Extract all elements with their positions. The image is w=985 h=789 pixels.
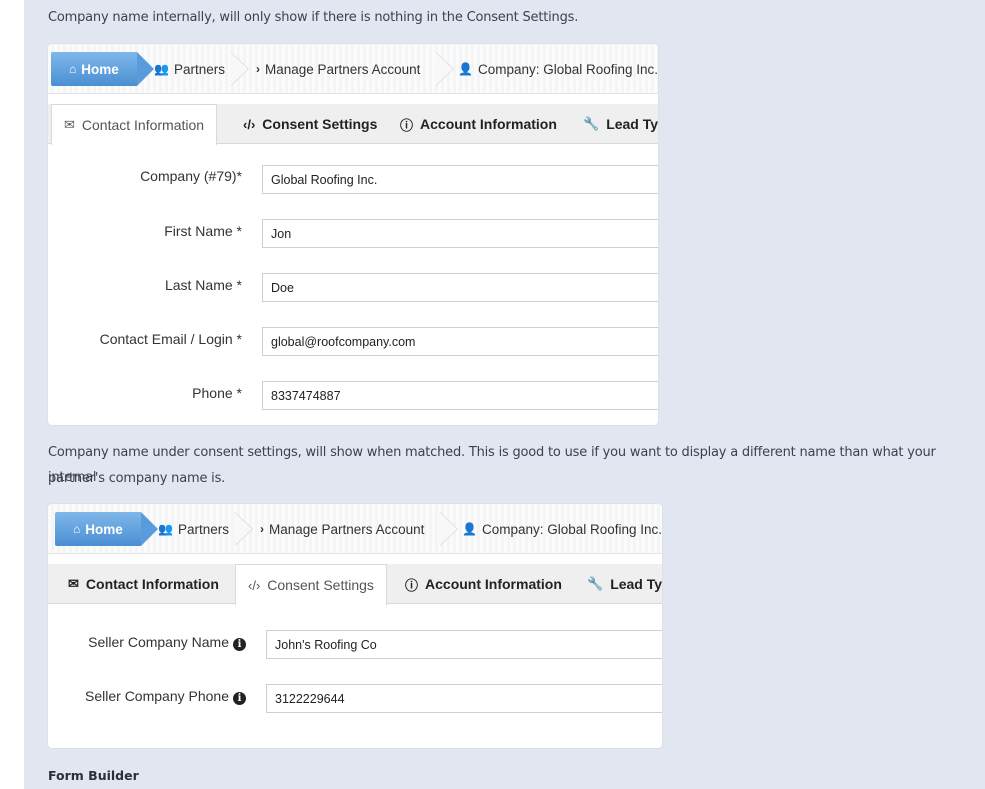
breadcrumb-separator (439, 512, 458, 546)
envelope-icon: ✉ (68, 576, 79, 591)
mid-paragraph-line2: partner's company name is. (48, 471, 226, 486)
breadcrumb-company[interactable]: 👤 Company: Global Roofing Inc. (462, 512, 662, 546)
first-name-input[interactable]: Jon (262, 219, 658, 248)
last-name-label: Last Name * (164, 277, 242, 293)
email-label: Contact Email / Login * (99, 331, 242, 347)
tab-bar: ✉ Contact Information ‹/› Consent Settings… (48, 564, 662, 605)
envelope-icon: ✉ (64, 117, 75, 132)
breadcrumb-partners[interactable]: 👥 Partners (158, 512, 229, 546)
home-icon: ⌂ (69, 62, 77, 76)
tab-bar: ✉ Contact Information ‹/› Consent Settings… (48, 104, 658, 145)
article-page: Company name internally, will only show … (24, 0, 985, 789)
breadcrumb: ⌂ Home 👥 Partners › Manage Partners Account… (48, 504, 662, 554)
wrench-icon: 🔧 (587, 576, 604, 591)
chevron-right-icon: › (256, 62, 260, 76)
tab-contact-information[interactable]: ✉ Contact Information (51, 104, 218, 145)
tab-consent-settings[interactable]: ‹/› Consent Settings (243, 104, 377, 144)
code-icon: ‹/› (248, 577, 261, 593)
contact-screenshot: ⌂ Home 👥 Partners › Manage Partners Account… (48, 44, 658, 425)
breadcrumb-separator (230, 52, 249, 86)
company-label: Company (#79)* (140, 168, 242, 184)
user-icon: 👤 (458, 62, 473, 76)
home-icon: ⌂ (73, 522, 81, 536)
tab-account-information[interactable]: ⓘ Account Information (405, 564, 562, 604)
users-icon: 👥 (158, 522, 173, 536)
breadcrumb-home[interactable]: ⌂ Home (51, 52, 154, 86)
breadcrumb-manage[interactable]: › Manage Partners Account (256, 52, 420, 86)
user-icon: 👤 (462, 522, 477, 536)
tab-contact-information[interactable]: ✉ Contact Information (68, 564, 219, 604)
breadcrumb-partners[interactable]: 👥 Partners (154, 52, 225, 86)
tab-lead-types[interactable]: 🔧Lead Typ (587, 564, 662, 604)
last-name-input[interactable]: Doe (262, 273, 658, 302)
wrench-icon: 🔧 (583, 116, 600, 131)
email-input[interactable]: global@roofcompany.com (262, 327, 658, 356)
breadcrumb: ⌂ Home 👥 Partners › Manage Partners Account… (48, 44, 658, 94)
breadcrumb-separator (435, 52, 454, 86)
info-circle-icon: ⓘ (405, 577, 419, 593)
form-builder-heading: Form Builder (48, 768, 139, 783)
seller-company-name-label: Seller Company Name i (88, 634, 246, 651)
breadcrumb-company[interactable]: 👤 Company: Global Roofing Inc. (458, 52, 658, 86)
seller-company-phone-input[interactable]: 3122229644 (266, 684, 662, 713)
info-circle-icon: ⓘ (400, 117, 414, 133)
info-icon[interactable]: i (233, 638, 246, 651)
seller-company-phone-label: Seller Company Phone i (85, 688, 246, 705)
chevron-right-icon: › (260, 522, 264, 536)
users-icon: 👥 (154, 62, 169, 76)
consent-screenshot: ⌂ Home 👥 Partners › Manage Partners Account… (48, 504, 662, 748)
phone-input[interactable]: 8337474887 (262, 381, 658, 410)
first-name-label: First Name * (164, 223, 242, 239)
tab-account-information[interactable]: ⓘ Account Information (400, 104, 557, 144)
code-icon: ‹/› (243, 116, 256, 132)
company-input[interactable]: Global Roofing Inc. (262, 165, 658, 194)
tab-consent-settings[interactable]: ‹/› Consent Settings (235, 564, 387, 605)
phone-label: Phone * (192, 385, 242, 401)
seller-company-name-input[interactable]: John's Roofing Co (266, 630, 662, 659)
tab-lead-types[interactable]: 🔧Lead Typ (583, 104, 658, 144)
info-icon[interactable]: i (233, 692, 246, 705)
breadcrumb-manage[interactable]: › Manage Partners Account (260, 512, 424, 546)
breadcrumb-home[interactable]: ⌂ Home (55, 512, 158, 546)
intro-paragraph: Company name internally, will only show … (48, 10, 579, 25)
breadcrumb-separator (234, 512, 253, 546)
